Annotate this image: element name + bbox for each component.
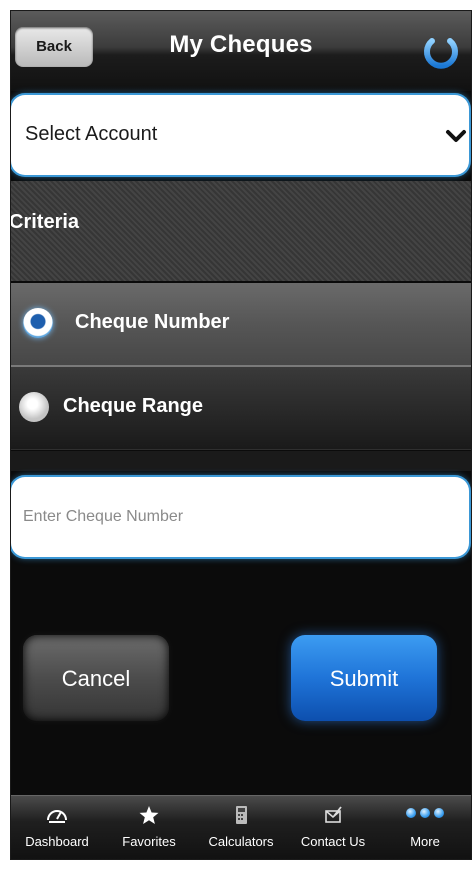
tab-label: Contact Us — [300, 834, 366, 849]
tab-favorites[interactable]: Favorites — [103, 796, 195, 859]
tab-label: Favorites — [122, 834, 176, 849]
radio-unselected-icon[interactable] — [19, 392, 49, 422]
criteria-section-background — [11, 181, 471, 281]
calculator-icon — [228, 804, 254, 826]
star-icon — [136, 804, 162, 826]
tab-label: Dashboard — [25, 834, 89, 849]
tab-contact-us[interactable]: Contact Us — [287, 796, 379, 859]
tab-label: More — [410, 834, 440, 849]
radio-option-cheque-range[interactable]: Cheque Range — [11, 367, 471, 450]
tab-more[interactable]: More — [379, 796, 471, 859]
tab-bar: Dashboard Favorites Calculators Contact … — [11, 795, 471, 859]
account-select[interactable]: Select Account — [11, 95, 469, 175]
account-select-value: Select Account — [25, 123, 158, 145]
app-screen: Back My Cheques Select Account Criteria … — [10, 10, 472, 860]
radio-option-label: Cheque Number — [75, 311, 230, 333]
radio-option-label: Cheque Range — [63, 395, 204, 417]
nav-bar: Back My Cheques — [11, 11, 471, 91]
tab-calculators[interactable]: Calculators — [195, 796, 287, 859]
contact-envelope-icon — [320, 804, 346, 826]
radio-option-cheque-number[interactable]: Cheque Number — [11, 283, 471, 367]
submit-button[interactable]: Submit — [291, 635, 437, 721]
tab-dashboard[interactable]: Dashboard — [11, 796, 103, 859]
power-icon[interactable] — [417, 27, 465, 75]
section-divider — [11, 451, 471, 471]
chevron-down-icon — [445, 125, 467, 147]
radio-selected-icon[interactable] — [23, 308, 53, 338]
cancel-button[interactable]: Cancel — [23, 635, 169, 721]
page-title: My Cheques — [169, 31, 313, 58]
criteria-heading: Criteria — [10, 211, 80, 233]
dashboard-gauge-icon — [44, 804, 70, 826]
more-dots-icon — [406, 808, 444, 818]
tab-label: Calculators — [208, 834, 274, 849]
cheque-number-input[interactable] — [11, 477, 469, 557]
